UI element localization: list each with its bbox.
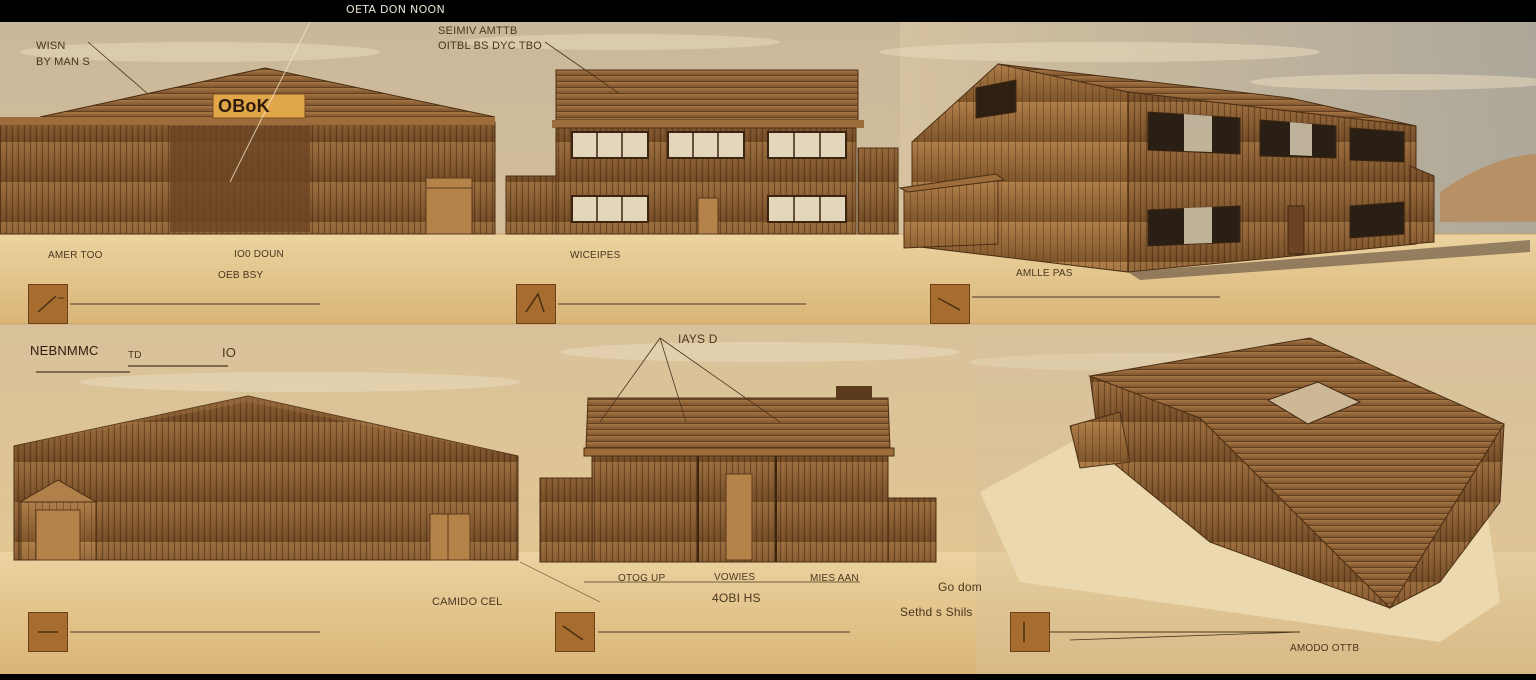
sheet-title: OETA DON NOON [346, 3, 446, 16]
tag-marker-2 [516, 284, 556, 324]
label-br-3: AMODO OTTB [1290, 643, 1360, 654]
label-tl-3: AMER TOO [48, 250, 103, 261]
label-tc-1: SEIMIV AMTTB [438, 25, 518, 37]
top-bar: OETA DON NOON [0, 0, 1536, 22]
label-br-2: Sethd s Shils [900, 605, 973, 619]
tag-marker-1 [28, 284, 68, 324]
iso-building-bottom-right [976, 334, 1536, 674]
label-tl-4: IO0 DOUN [234, 249, 284, 260]
illustration-canvas: OETA DON NOON OBoK WISN BY MAN S AMER TO… [0, 0, 1536, 680]
label-tl-2: BY MAN S [36, 56, 90, 68]
label-tr-1: AMLLE PAS [1016, 268, 1073, 279]
label-bc-5: 4OBI HS [712, 591, 761, 605]
label-bl-2: TD [128, 350, 142, 361]
label-bc-1: IAYS D [678, 332, 718, 346]
tag-marker-3 [930, 284, 970, 324]
label-tc-3: WICEIPES [570, 250, 621, 261]
barn-sign: OBoK [218, 96, 270, 116]
label-bl-3: IO [222, 345, 237, 360]
tag-marker-5 [555, 612, 595, 652]
tag-marker-6 [1010, 612, 1050, 652]
label-bl-1: NEBNMMC [30, 343, 99, 358]
label-tc-2: OITBL BS DYC TBO [438, 40, 543, 52]
label-bl-4: CAMIDO CEL [432, 596, 503, 608]
label-bc-4: MIES AAN [810, 573, 859, 584]
label-bc-2: OTOG UP [618, 573, 666, 584]
label-bc-3: VOWIES [714, 572, 756, 583]
tag-marker-4 [28, 612, 68, 652]
house-top-center [505, 41, 899, 235]
label-tl-1: WISN [36, 40, 66, 52]
label-tl-5: OEB BSY [218, 270, 264, 281]
label-br-1: Go dom [938, 580, 982, 594]
